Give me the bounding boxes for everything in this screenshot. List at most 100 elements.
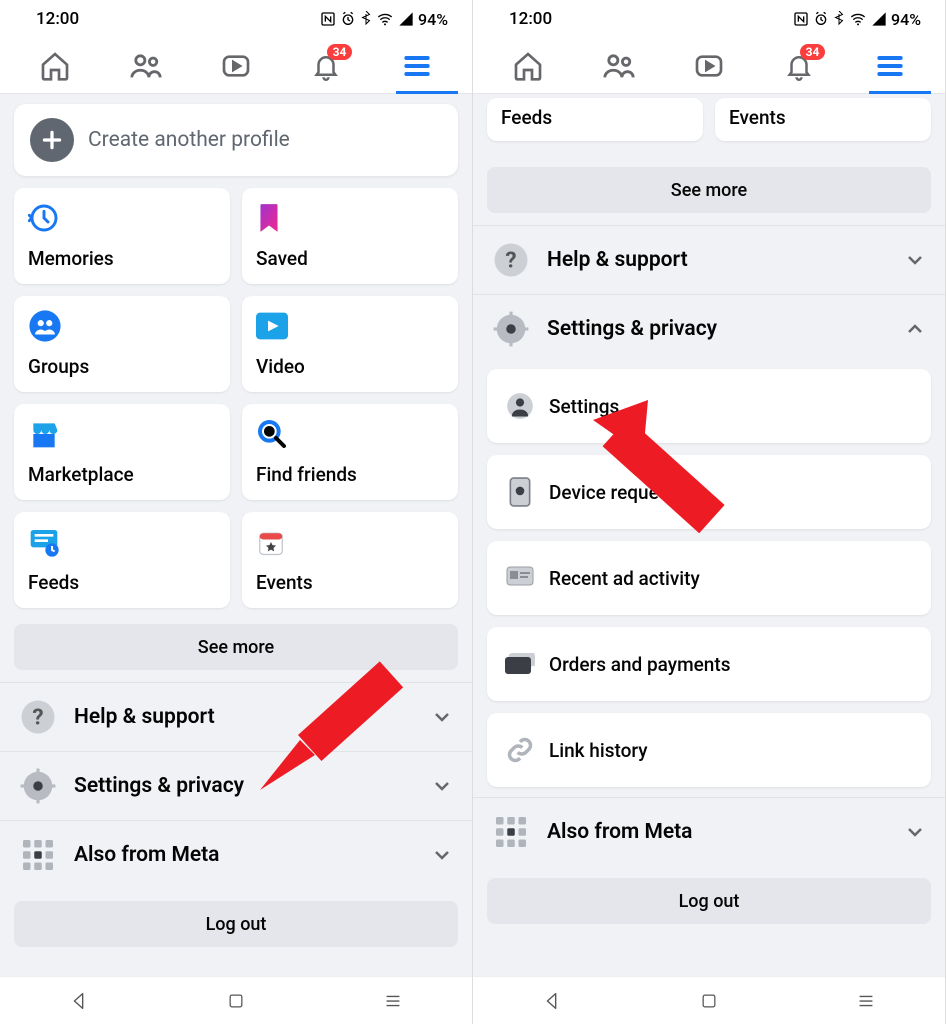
logout-button[interactable]: Log out (487, 878, 931, 924)
row-settings-privacy[interactable]: Settings & privacy (473, 294, 945, 363)
row-label: Settings & privacy (547, 317, 887, 341)
subitem-label: Orders and payments (549, 653, 730, 676)
shortcut-feeds[interactable]: Feeds (487, 98, 703, 141)
row-help-support[interactable]: ? Help & support (473, 225, 945, 294)
shortcut-label: Marketplace (28, 463, 216, 486)
top-tabs: 34 (0, 38, 472, 94)
shortcut-label: Groups (28, 355, 216, 378)
shortcut-label: Feeds (501, 106, 552, 129)
tab-notifications[interactable]: 34 (776, 38, 822, 94)
wifi-icon (849, 11, 867, 27)
see-more-button[interactable]: See more (487, 167, 931, 213)
status-indicators: 94% (320, 10, 448, 29)
feeds-icon (28, 524, 216, 560)
help-icon: ? (491, 240, 531, 280)
subitem-orders-payments[interactable]: Orders and payments (487, 627, 931, 701)
shortcut-saved[interactable]: Saved (242, 188, 458, 284)
see-more-button[interactable]: See more (14, 624, 458, 670)
battery-text: 94% (418, 10, 448, 29)
status-time: 12:00 (36, 9, 79, 29)
content-area: Feeds Events See more ? Help & support S… (473, 94, 945, 976)
saved-icon (256, 200, 444, 236)
recents-icon[interactable] (855, 990, 877, 1012)
signal-icon (398, 11, 414, 27)
home-nav-icon[interactable] (699, 991, 719, 1011)
row-also-from-meta[interactable]: Also from Meta (473, 797, 945, 866)
subitem-settings[interactable]: Settings (487, 369, 931, 443)
shortcut-events[interactable]: Events (715, 98, 931, 141)
shortcut-events[interactable]: Events (242, 512, 458, 608)
chevron-down-icon (903, 820, 927, 844)
subitem-device-requests[interactable]: Device requests (487, 455, 931, 529)
row-label: Also from Meta (74, 843, 414, 867)
subitem-label: Device requests (549, 481, 685, 504)
shortcut-label: Saved (256, 247, 444, 270)
home-icon (512, 50, 544, 82)
shortcut-feeds[interactable]: Feeds (14, 512, 230, 608)
groups-icon (28, 308, 216, 344)
shortcut-label: Events (256, 571, 444, 594)
person-gear-icon (505, 391, 535, 421)
shortcut-label: Memories (28, 247, 216, 270)
phone-right: 12:00 94% 34 Feeds (473, 0, 946, 1024)
shortcut-memories[interactable]: Memories (14, 188, 230, 284)
shortcut-find-friends[interactable]: Find friends (242, 404, 458, 500)
row-settings-privacy[interactable]: Settings & privacy (0, 751, 472, 820)
tab-home[interactable] (32, 38, 78, 94)
tab-home[interactable] (505, 38, 551, 94)
tab-notifications[interactable]: 34 (303, 38, 349, 94)
shortcut-marketplace[interactable]: Marketplace (14, 404, 230, 500)
create-profile-label: Create another profile (88, 128, 290, 152)
video-icon (256, 308, 444, 344)
settings-sublist: Settings Device requests Recent ad activ… (473, 363, 945, 797)
back-icon[interactable] (68, 990, 90, 1012)
shortcut-label: Find friends (256, 463, 444, 486)
chevron-down-icon (903, 248, 927, 272)
home-nav-icon[interactable] (226, 991, 246, 1011)
gear-icon (18, 766, 58, 806)
ad-activity-icon (505, 563, 535, 593)
tab-friends[interactable] (123, 38, 169, 94)
see-more-label: See more (671, 180, 747, 201)
see-more-label: See more (198, 637, 274, 658)
row-help-support[interactable]: ? Help & support (0, 682, 472, 751)
svg-text:?: ? (505, 248, 516, 274)
apps-grid-icon (491, 812, 531, 852)
wifi-icon (376, 11, 394, 27)
subitem-label: Settings (549, 395, 619, 418)
create-profile-card[interactable]: Create another profile (14, 104, 458, 176)
status-indicators: 94% (793, 10, 921, 29)
row-also-from-meta[interactable]: Also from Meta (0, 820, 472, 889)
shortcut-video[interactable]: Video (242, 296, 458, 392)
subitem-recent-ad-activity[interactable]: Recent ad activity (487, 541, 931, 615)
tab-watch[interactable] (213, 38, 259, 94)
logout-label: Log out (679, 891, 740, 912)
logout-button[interactable]: Log out (14, 901, 458, 947)
tab-menu[interactable] (867, 38, 913, 94)
shortcut-groups[interactable]: Groups (14, 296, 230, 392)
tab-menu[interactable] (394, 38, 440, 94)
top-tabs: 34 (473, 38, 945, 94)
find-friends-icon (256, 416, 444, 452)
menu-icon (401, 50, 433, 82)
recents-icon[interactable] (382, 990, 404, 1012)
subitem-link-history[interactable]: Link history (487, 713, 931, 787)
alarm-icon (813, 11, 829, 27)
back-icon[interactable] (541, 990, 563, 1012)
tab-watch[interactable] (686, 38, 732, 94)
events-icon (256, 524, 444, 560)
mini-shortcut-row: Feeds Events (473, 94, 945, 151)
status-bar: 12:00 94% (0, 0, 472, 38)
row-label: Also from Meta (547, 820, 887, 844)
subitem-label: Recent ad activity (549, 567, 700, 590)
bluetooth-icon (833, 11, 845, 27)
friends-icon (602, 49, 636, 83)
signal-icon (871, 11, 887, 27)
chevron-down-icon (430, 843, 454, 867)
device-icon (505, 477, 535, 507)
row-label: Help & support (547, 248, 887, 272)
content-area: Create another profile Memories Saved Gr… (0, 94, 472, 976)
home-icon (39, 50, 71, 82)
tab-friends[interactable] (596, 38, 642, 94)
card-icon (505, 649, 535, 679)
